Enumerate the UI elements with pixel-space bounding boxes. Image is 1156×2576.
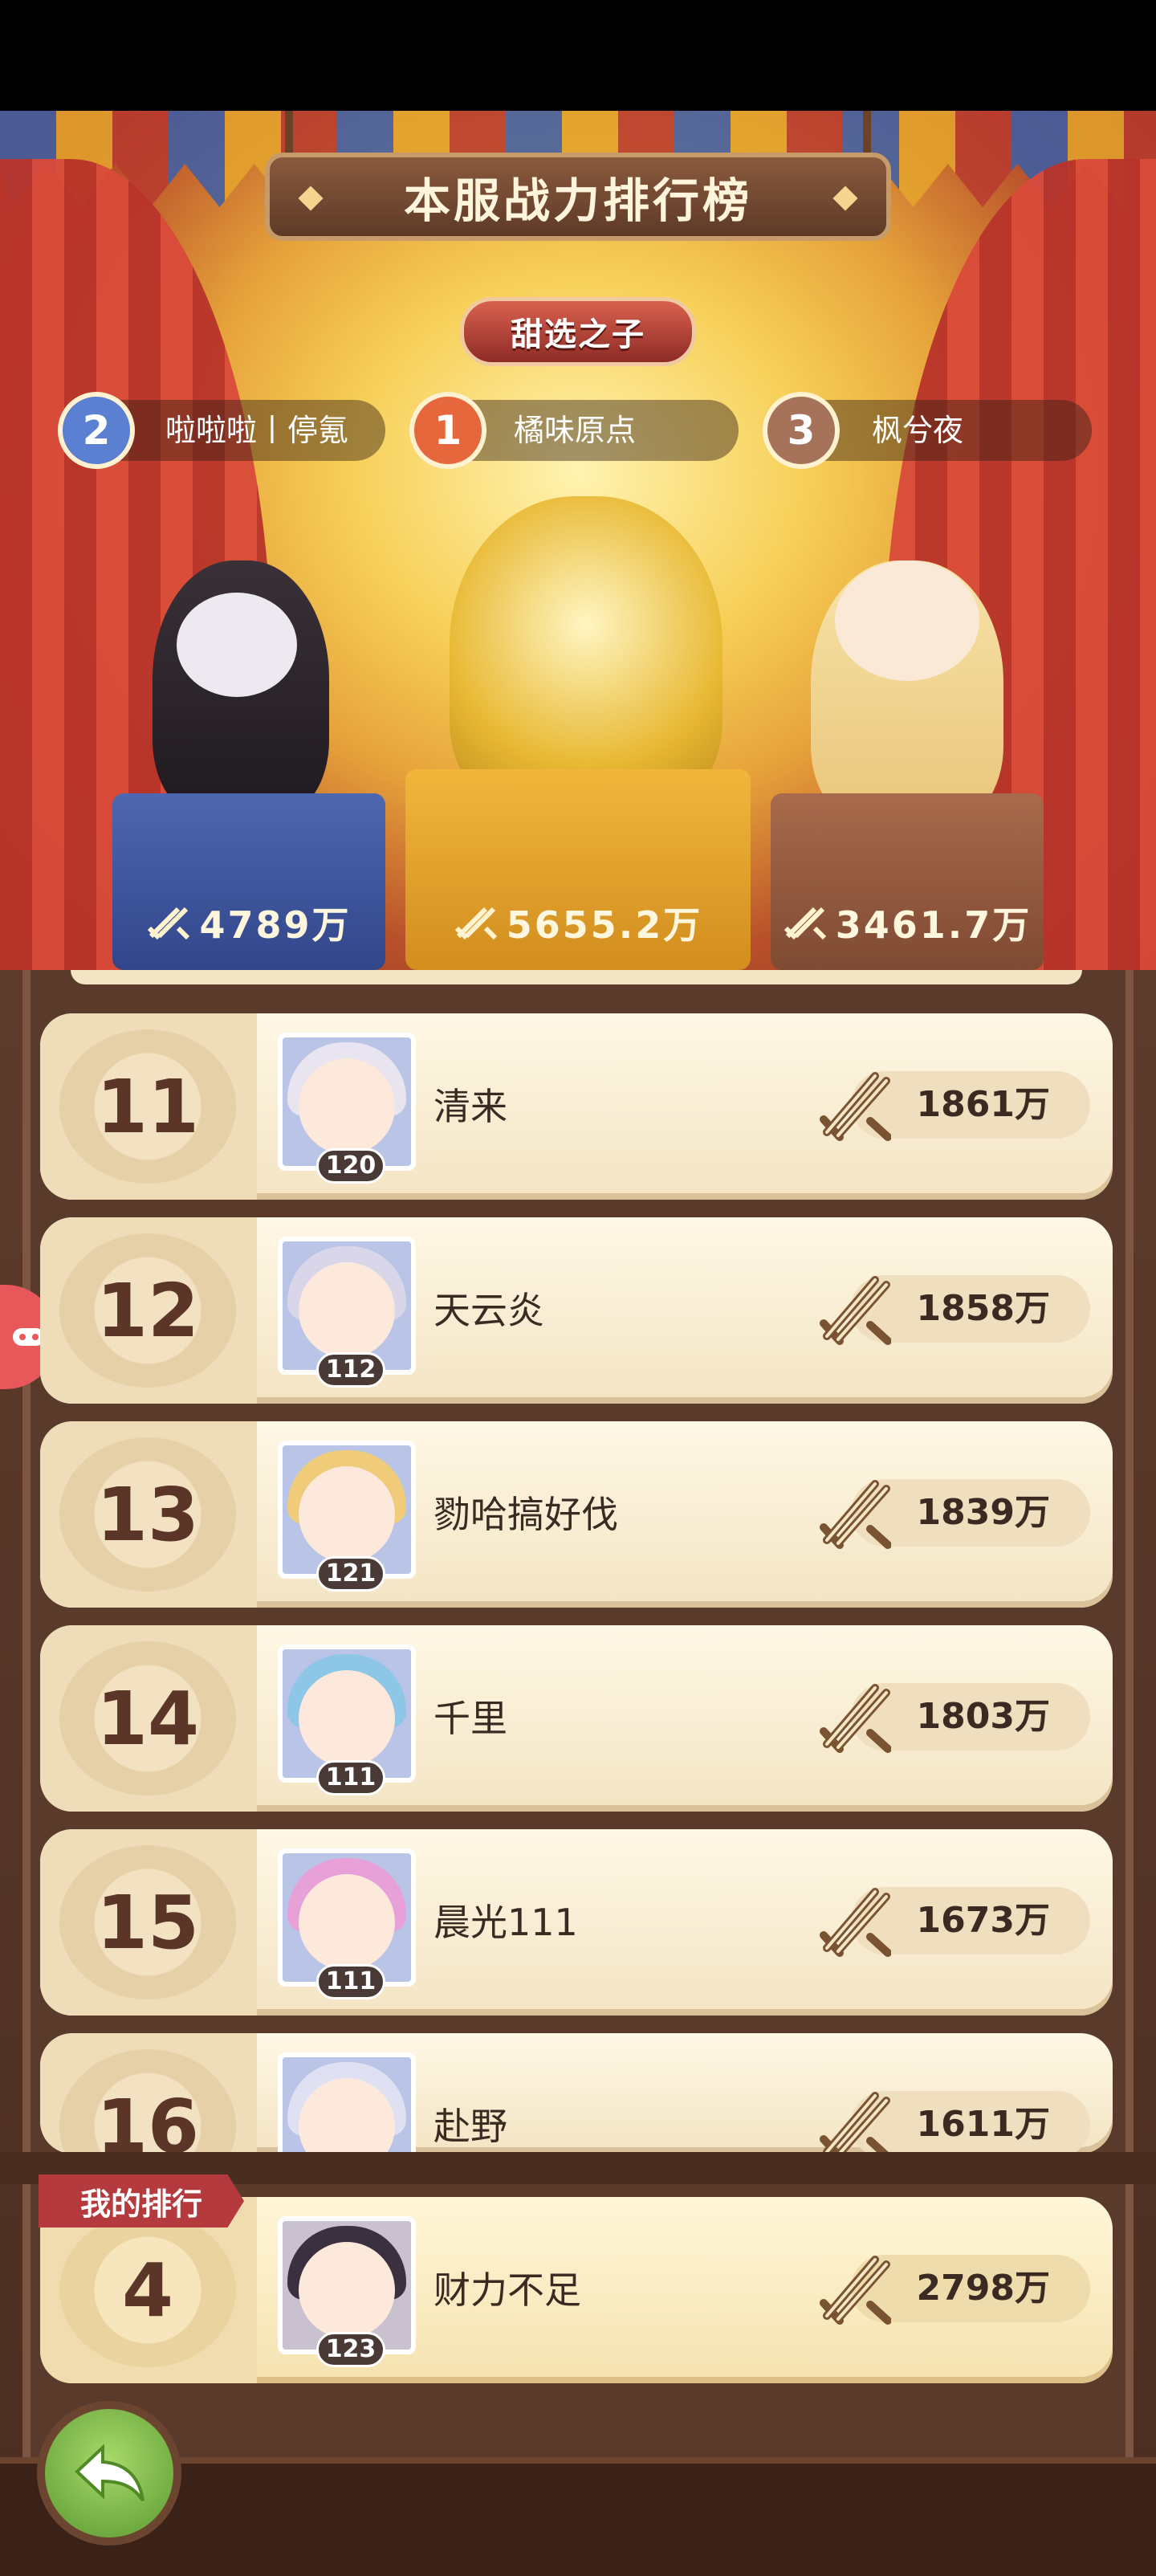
level-badge: 120 [316,1148,385,1184]
crossed-swords-icon [820,1684,891,1753]
crossed-swords-icon [820,1072,891,1141]
power-rank-3: 3461.7万 [783,896,1032,949]
subtitle-text: 甜选之子 [511,316,645,353]
diamond-icon [298,185,324,211]
power-rank-2: 4789万 [146,896,351,949]
avatar-face [299,1262,395,1359]
pedestal-rank-3: 3461.7万 [771,793,1044,970]
level-badge: 111 [316,1964,385,1999]
power-value: 1803万 [916,1696,1050,1737]
ranking-row[interactable]: 13 121 勠哈搞好伐 1839万 [40,1421,1113,1608]
power-value: 1858万 [916,1288,1050,1329]
medal-rank-3-icon: 3 [763,392,840,469]
my-rank-tab-label: 我的排行 [79,2186,202,2222]
rank-circle: 14 [59,1641,236,1795]
medal-rank-2-icon: 2 [58,392,135,469]
swords-icon [784,907,826,940]
crossed-swords-icon [820,2256,891,2325]
pedestal-rank-2: 4789万 [112,793,385,970]
hero-rank-2-head [177,593,297,697]
rank-circle: 12 [59,1233,236,1388]
player-name: 晨光111 [434,1901,578,1944]
my-level-badge: 123 [316,2332,385,2367]
crossed-swords-icon [820,1480,891,1549]
my-rank-tab: 我的排行 [39,2175,244,2228]
top3-name-1: 橘味原点 [514,413,637,448]
rope-left [285,111,293,159]
my-rank-number: 4 [121,2247,173,2333]
power-rank-1: 5655.2万 [454,896,703,949]
podium-stage: 本服战力排行榜 甜选之子 2 啦啦啦丨停氪 1 橘味原点 3 枫兮夜 4789万… [0,111,1156,970]
crossed-swords-icon [820,1276,891,1345]
back-arrow-icon [75,2444,144,2502]
power-value: 1673万 [916,1900,1050,1941]
back-button[interactable] [37,2401,181,2545]
subtitle-badge: 甜选之子 [460,297,696,366]
top3-name-3: 枫兮夜 [872,413,964,448]
ranking-row[interactable]: 14 111 千里 1803万 [40,1625,1113,1812]
rank-circle: 11 [59,1029,236,1184]
rank-number: 12 [96,1267,200,1354]
my-power-value: 2798万 [916,2268,1050,2309]
player-name: 勠哈搞好伐 [434,1493,618,1536]
my-avatar-face [299,2242,395,2338]
top3-name-2: 啦啦啦丨停氪 [165,413,349,448]
rank-number: 15 [96,1879,200,1966]
pedestal-rank-1: 5655.2万 [405,769,751,970]
swords-icon [454,907,497,940]
ranking-row[interactable]: 16 赴野 1611万 [40,2033,1113,2154]
player-name: 清来 [434,1085,507,1128]
rank-circle: 15 [59,1845,236,1999]
power-value: 1861万 [916,1084,1050,1125]
ranking-row[interactable]: 12 112 天云炎 1858万 [40,1217,1113,1404]
diamond-icon [832,185,858,211]
my-player-name: 财力不足 [434,2268,581,2312]
crossed-swords-icon [820,2092,891,2154]
ranking-row[interactable]: 11 120 清来 1861万 [40,1013,1113,1200]
avatar-face [299,1058,395,1155]
player-avatar[interactable] [278,2052,416,2154]
rank-number: 11 [96,1063,200,1150]
my-rank-circle: 4 [59,2213,236,2367]
hero-rank-3-head [835,560,979,681]
level-badge: 121 [316,1556,385,1592]
title-plaque: 本服战力排行榜 [265,153,891,241]
rank-number: 13 [96,1471,200,1558]
crossed-swords-icon [820,1888,891,1957]
power-value: 1611万 [916,2104,1050,2145]
avatar-face [299,1874,395,1971]
list-scroll-edge [71,970,1082,984]
avatar-face [299,1670,395,1767]
power-value: 1839万 [916,1492,1050,1533]
player-name: 天云炎 [434,1289,544,1332]
swords-icon [148,907,190,940]
page-title: 本服战力排行榜 [403,173,752,228]
rope-right [863,111,871,159]
player-name: 千里 [434,1697,507,1740]
avatar-face [299,1466,395,1563]
rank-number: 16 [96,2083,200,2154]
medal-rank-1-icon: 1 [409,392,486,469]
rank-number: 14 [96,1675,200,1762]
status-bar [0,0,1156,111]
player-name: 赴野 [434,2105,507,2148]
rank-circle: 13 [59,1437,236,1592]
level-badge: 111 [316,1760,385,1795]
ranking-row[interactable]: 15 111 晨光111 1673万 [40,1829,1113,2016]
level-badge: 112 [316,1352,385,1388]
